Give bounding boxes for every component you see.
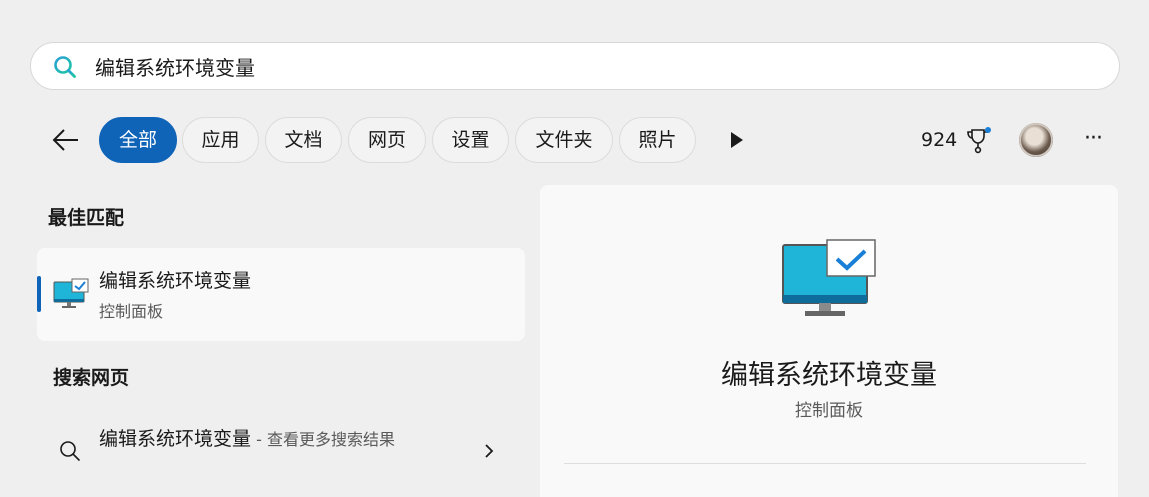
web-search-suffix: - 查看更多搜索结果 <box>251 430 395 449</box>
best-match-item[interactable]: 编辑系统环境变量 控制面板 <box>37 248 525 341</box>
tab-settings[interactable]: 设置 <box>432 117 509 163</box>
web-search-text: 编辑系统环境变量 - 查看更多搜索结果 <box>99 424 419 455</box>
best-match-title: 编辑系统环境变量 <box>99 270 252 292</box>
detail-title: 编辑系统环境变量 <box>721 360 937 391</box>
avatar[interactable] <box>1019 123 1053 157</box>
tab-documents[interactable]: 文档 <box>265 117 342 163</box>
chevron-right-icon[interactable] <box>481 442 497 460</box>
search-window: 全部 应用 文档 网页 设置 文件夹 照片 924 ··· 最佳匹配 编辑系统环… <box>0 0 1149 497</box>
detail-subtitle: 控制面板 <box>795 401 863 421</box>
tab-apps[interactable]: 应用 <box>182 117 259 163</box>
web-search-query: 编辑系统环境变量 <box>99 428 252 450</box>
detail-panel: 编辑系统环境变量 控制面板 <box>540 185 1118 497</box>
rewards-points: 924 <box>921 129 958 151</box>
search-input[interactable] <box>95 43 1095 89</box>
web-search-item[interactable]: 编辑系统环境变量 - 查看更多搜索结果 <box>37 418 525 488</box>
tab-web[interactable]: 网页 <box>348 117 426 163</box>
search-icon <box>54 56 76 78</box>
best-match-heading: 最佳匹配 <box>48 207 125 229</box>
tab-folders[interactable]: 文件夹 <box>515 117 613 163</box>
best-match-subtitle: 控制面板 <box>99 302 164 321</box>
system-properties-icon <box>782 239 876 316</box>
more-options-icon[interactable]: ··· <box>1080 126 1106 154</box>
selection-indicator <box>37 276 41 312</box>
search-icon <box>60 441 80 461</box>
trophy-icon[interactable] <box>964 126 992 154</box>
scroll-right-icon[interactable] <box>728 130 746 150</box>
tab-photos[interactable]: 照片 <box>619 117 696 163</box>
system-properties-icon <box>53 278 89 308</box>
back-arrow-icon[interactable] <box>50 124 82 156</box>
divider <box>564 463 1086 464</box>
search-box[interactable] <box>30 42 1120 90</box>
tab-all[interactable]: 全部 <box>99 117 177 163</box>
web-search-heading: 搜索网页 <box>53 367 130 389</box>
